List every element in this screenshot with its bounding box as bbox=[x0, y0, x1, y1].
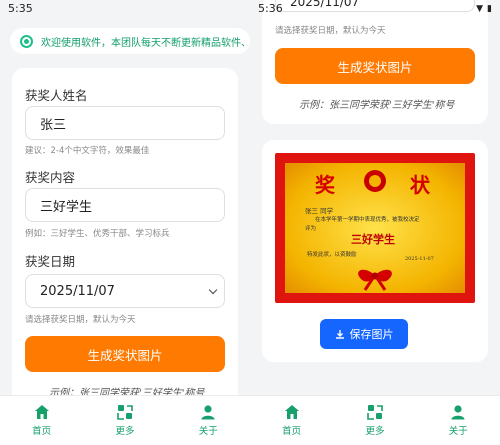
tab-home-label: 首页 bbox=[32, 426, 52, 437]
home-icon bbox=[284, 405, 299, 419]
name-hint: 建议：2-4个中文字符，效果最佳 bbox=[25, 146, 150, 156]
generate-button-scrolled[interactable]: 生成奖状图片 bbox=[275, 48, 475, 84]
home-icon bbox=[34, 405, 49, 419]
notice-bar: 欢迎使用软件，本团队每天不断更新精品软件、各类 bbox=[10, 28, 250, 54]
tab-more[interactable]: 更多 bbox=[95, 404, 155, 437]
tab-bar-right: 首页 更多 关于 bbox=[250, 395, 500, 445]
date-label: 获奖日期 bbox=[25, 254, 76, 269]
tab-home-right[interactable]: 首页 bbox=[262, 404, 322, 437]
more-icon bbox=[117, 405, 133, 420]
cert-recipient-suffix: 同学 bbox=[320, 207, 334, 215]
download-icon bbox=[335, 330, 344, 339]
status-bar: 5:35 bbox=[0, 0, 250, 17]
tab-home-label-right: 首页 bbox=[282, 426, 302, 437]
certificate-image: 奖 状 张三 同学 在本学年第一学期中表现优秀，被我校决定 评为 三好学生 特发… bbox=[275, 153, 475, 303]
tab-more-label: 更多 bbox=[115, 426, 135, 437]
user-icon bbox=[201, 405, 215, 420]
status-time: 5:35 bbox=[8, 2, 33, 15]
left-screen: 5:35 欢迎使用软件，本团队每天不断更新精品软件、各类 获奖人姓名 张三 建议… bbox=[0, 0, 250, 445]
tab-home[interactable]: 首页 bbox=[12, 404, 72, 437]
tab-about-label-right: 关于 bbox=[448, 426, 468, 437]
tab-about-right[interactable]: 关于 bbox=[428, 404, 488, 437]
ribbon-icon bbox=[358, 269, 392, 291]
status-time-right: 5:36 bbox=[258, 2, 283, 15]
form-card: 获奖人姓名 张三 建议：2-4个中文字符，效果最佳 获奖内容 三好学生 例如：三… bbox=[12, 68, 238, 408]
date-select[interactable]: 2025/11/07 bbox=[25, 274, 225, 308]
notice-icon bbox=[20, 34, 33, 48]
user-icon bbox=[451, 405, 465, 420]
form-card-scrolled: 2025/11/07 请选择获奖日期，默认为今天 生成奖状图片 示例：张三同学荣… bbox=[262, 0, 488, 124]
content-label: 获奖内容 bbox=[25, 170, 76, 185]
content-hint: 例如：三好学生、优秀干部、学习标兵 bbox=[25, 229, 170, 239]
date-hint-scrolled: 请选择获奖日期，默认为今天 bbox=[275, 26, 386, 36]
name-input[interactable]: 张三 bbox=[25, 106, 225, 140]
name-label: 获奖人姓名 bbox=[25, 88, 88, 103]
generate-button[interactable]: 生成奖状图片 bbox=[25, 336, 225, 372]
cert-award: 三好学生 bbox=[351, 233, 395, 246]
battery-icon: ▮ bbox=[487, 3, 492, 14]
more-icon bbox=[367, 405, 383, 420]
certificate-card: 奖 状 张三 同学 在本学年第一学期中表现优秀，被我校决定 评为 三好学生 特发… bbox=[262, 140, 488, 362]
emblem-icon bbox=[364, 170, 386, 192]
tab-more-label-right: 更多 bbox=[365, 426, 385, 437]
date-value: 2025/11/07 bbox=[40, 283, 115, 299]
date-hint: 请选择获奖日期，默认为今天 bbox=[25, 315, 136, 325]
cert-title-right: 状 bbox=[410, 173, 430, 197]
save-image-button[interactable]: 保存图片 bbox=[320, 319, 408, 349]
save-image-label: 保存图片 bbox=[349, 328, 394, 341]
cert-closing: 特发此状，以资鼓励 bbox=[307, 252, 357, 258]
example-text-scrolled: 示例：张三同学荣获'三好学生'称号 bbox=[299, 100, 455, 111]
content-input[interactable]: 三好学生 bbox=[25, 188, 225, 222]
cert-date: 2025-11-07 bbox=[405, 256, 434, 262]
cert-recipient: 张三 bbox=[305, 207, 318, 215]
tab-more-right[interactable]: 更多 bbox=[345, 404, 405, 437]
right-screen: 2025/11/07 请选择获奖日期，默认为今天 生成奖状图片 示例：张三同学荣… bbox=[250, 0, 500, 445]
chevron-down-icon bbox=[208, 285, 218, 295]
tab-bar: 首页 更多 关于 bbox=[0, 395, 250, 445]
cert-body-1: 在本学年第一学期中表现优秀，被我校决定 bbox=[315, 217, 420, 223]
cert-title-left: 奖 bbox=[315, 173, 335, 197]
cert-body-2: 评为 bbox=[305, 226, 317, 232]
tab-about[interactable]: 关于 bbox=[178, 404, 238, 437]
wifi-icon: ▼ bbox=[476, 3, 484, 14]
notice-text: 欢迎使用软件，本团队每天不断更新精品软件、各类 bbox=[41, 37, 250, 49]
tab-about-label: 关于 bbox=[198, 426, 218, 437]
status-bar-right: 5:36 ▼ ▮ bbox=[250, 0, 500, 17]
